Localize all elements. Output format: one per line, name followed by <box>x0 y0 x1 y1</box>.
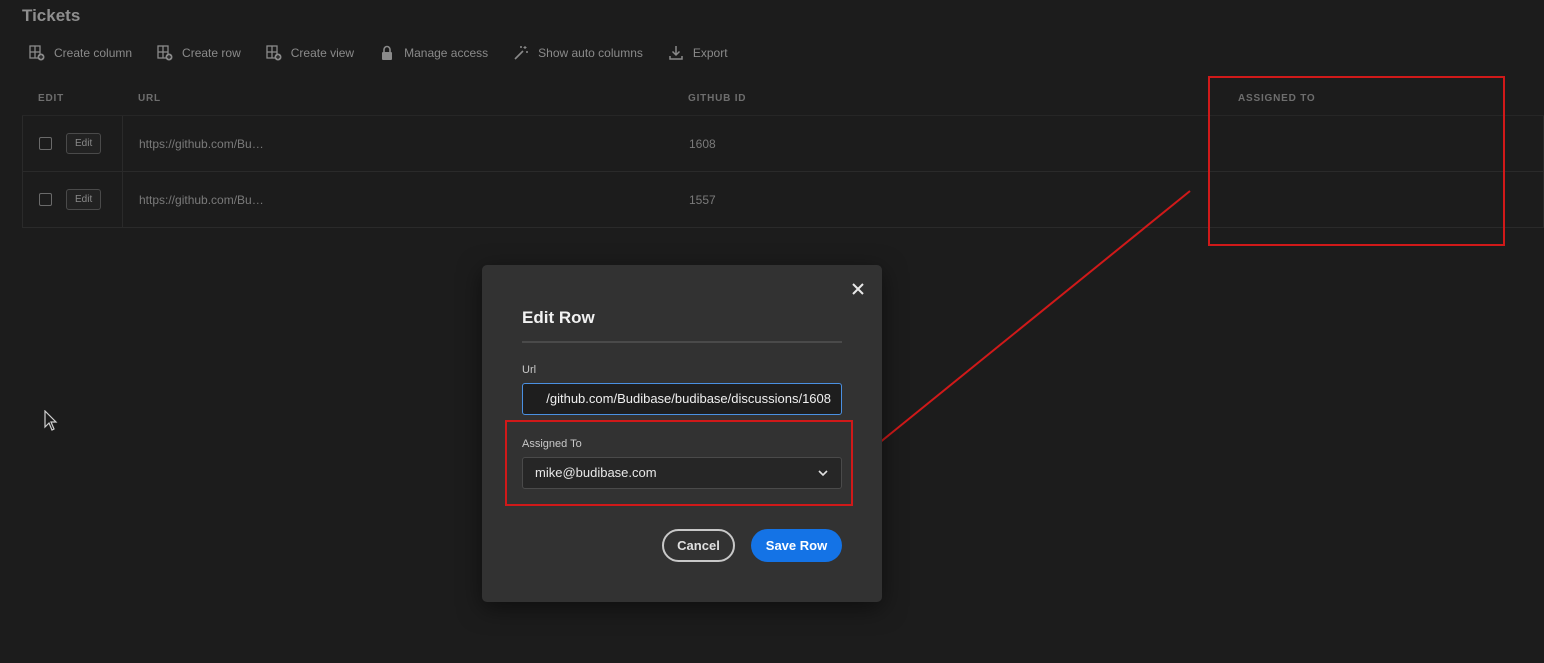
create-row-icon <box>157 45 173 61</box>
cancel-button[interactable]: Cancel <box>662 529 735 562</box>
header-url[interactable]: URL <box>122 93 672 104</box>
export-button[interactable]: Export <box>667 44 728 62</box>
create-column-button[interactable]: Create column <box>28 44 132 62</box>
assigned-to-select[interactable]: mike@budibase.com <box>522 457 842 489</box>
create-view-button[interactable]: Create view <box>265 44 354 62</box>
modal-divider <box>522 341 842 343</box>
modal-title: Edit Row <box>522 308 595 327</box>
header-edit[interactable]: EDIT <box>22 93 122 104</box>
cell-github-id[interactable]: 1557 <box>673 193 1223 207</box>
download-icon <box>669 46 683 60</box>
cell-url[interactable]: https://github.com/Bu… <box>123 193 673 207</box>
row-checkbox[interactable] <box>39 137 52 150</box>
page-title: Tickets <box>22 6 81 25</box>
create-column-label: Create column <box>54 46 133 60</box>
assigned-to-value: mike@budibase.com <box>535 465 657 480</box>
url-input[interactable]: /github.com/Budibase/budibase/discussion… <box>522 383 842 415</box>
row-edit-button[interactable]: Edit <box>66 189 102 210</box>
annotation-highlight-column <box>1208 76 1505 246</box>
show-auto-columns-button[interactable]: Show auto columns <box>512 44 643 62</box>
cell-github-id[interactable]: 1608 <box>673 137 1223 151</box>
toolbar: Create column Create row Create view Man… <box>28 44 752 62</box>
manage-access-label: Manage access <box>404 46 489 60</box>
create-view-icon <box>266 45 282 61</box>
edit-row-modal: Edit Row Url /github.com/Budibase/budiba… <box>482 265 882 602</box>
assigned-to-field-label: Assigned To <box>522 438 582 450</box>
cell-url[interactable]: https://github.com/Bu… <box>123 137 673 151</box>
row-edit-button[interactable]: Edit <box>66 133 102 154</box>
show-auto-columns-label: Show auto columns <box>538 46 643 60</box>
close-icon[interactable] <box>850 281 866 297</box>
export-label: Export <box>692 46 728 60</box>
create-row-label: Create row <box>182 46 241 60</box>
create-column-icon <box>29 45 45 61</box>
row-checkbox[interactable] <box>39 193 52 206</box>
chevron-down-icon <box>818 470 828 477</box>
mouse-cursor-icon <box>44 410 58 431</box>
magic-wand-icon <box>514 46 529 60</box>
header-github-id[interactable]: GITHUB ID <box>672 93 1222 104</box>
create-row-button[interactable]: Create row <box>156 44 241 62</box>
page: Tickets Create column Create row Create … <box>0 0 1544 663</box>
create-view-label: Create view <box>290 46 355 60</box>
manage-access-button[interactable]: Manage access <box>378 44 488 62</box>
row-edit-cell: Edit <box>23 116 123 171</box>
lock-icon <box>382 45 393 60</box>
save-row-button[interactable]: Save Row <box>751 529 842 562</box>
row-edit-cell: Edit <box>23 172 123 227</box>
url-field-label: Url <box>522 364 537 376</box>
